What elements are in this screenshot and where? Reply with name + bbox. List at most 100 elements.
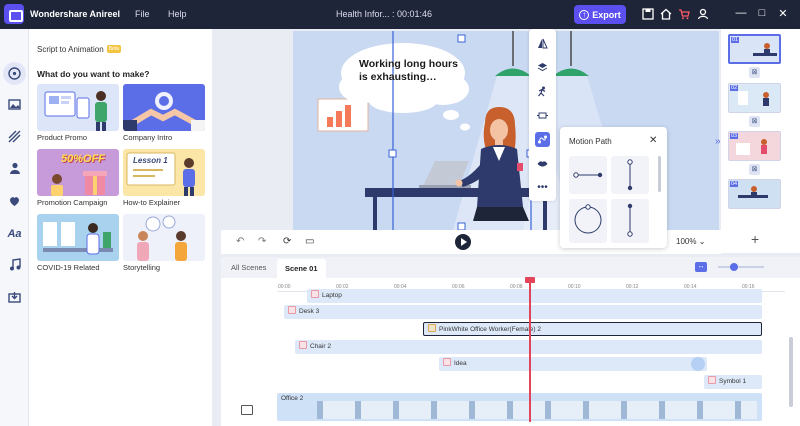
template-art-text: Lesson 1 [133, 156, 168, 165]
music-icon[interactable] [6, 256, 23, 273]
replay-icon[interactable]: ⟳ [283, 236, 291, 247]
track-label: Symbol 1 [719, 378, 747, 385]
templates-icon[interactable] [3, 62, 26, 85]
template-covid-19-related[interactable]: COVID-19 Related [37, 214, 119, 272]
document-title: Health Infor... : 00:01:46 [336, 9, 433, 19]
template-how-to-explainer[interactable]: Lesson 1 How-to Explainer [123, 149, 205, 207]
motion-option-vertical-up[interactable] [611, 199, 649, 243]
motion-option-vertical-down[interactable] [611, 156, 649, 194]
beta-badge: Beta [106, 45, 121, 53]
timeline-scrollbar[interactable] [789, 337, 793, 407]
fit-timeline-icon[interactable]: ↔ [695, 262, 707, 272]
timeline-zoom-slider[interactable] [718, 266, 764, 268]
maximize-icon[interactable]: □ [756, 7, 768, 21]
home-icon[interactable] [660, 8, 672, 20]
scene-thumbnail[interactable]: 03 [728, 131, 781, 161]
template-storytelling[interactable]: Storytelling [123, 214, 205, 272]
layers-icon[interactable] [535, 60, 550, 75]
template-thumbnail [37, 214, 119, 261]
speech-bubble-text[interactable]: Working long hours is exhausting… [359, 58, 469, 84]
template-thumbnail [123, 84, 205, 131]
template-label: Promotion Campaign [37, 198, 108, 207]
template-label: Product Promo [37, 133, 88, 142]
export-button[interactable]: ↑ Export [574, 5, 626, 24]
scene-list: 01 ⊠ 02 ⊠ 03 ⊠ 04 + » [715, 29, 800, 253]
track-label: Laptop [322, 292, 342, 299]
motion-path-title: Motion Path [569, 137, 612, 146]
transition-icon[interactable] [535, 108, 550, 123]
timeline-zoom-handle[interactable] [730, 263, 738, 271]
record-icon[interactable]: ▭ [305, 236, 314, 247]
template-panel: Script to Animation Beta What do you want… [29, 29, 212, 426]
tab-all-scenes[interactable]: All Scenes [223, 257, 274, 278]
scene-transition-icon[interactable]: ⊠ [749, 116, 760, 127]
character-icon[interactable] [6, 159, 23, 176]
scene-thumbnail[interactable]: 04 [728, 179, 781, 209]
template-label: How-to Explainer [123, 198, 181, 207]
object-icon [311, 290, 319, 298]
film-icon[interactable] [241, 405, 253, 415]
track-symbol-1[interactable]: Symbol 1 [704, 375, 762, 389]
menu-help[interactable]: Help [168, 9, 187, 19]
text-icon[interactable]: Aa [6, 225, 23, 242]
motion-option-circle[interactable] [569, 199, 607, 243]
close-window-icon[interactable]: ✕ [777, 7, 789, 21]
track-laptop[interactable]: Laptop [307, 289, 762, 303]
save-icon[interactable] [642, 8, 654, 20]
zoom-level[interactable]: 100% ⌄ [676, 237, 705, 246]
zoom-value: 100% [676, 237, 697, 246]
script-to-animation-link[interactable]: Script to Animation Beta [37, 45, 121, 54]
track-label: Chair 2 [310, 343, 331, 350]
lips-icon[interactable] [535, 156, 550, 171]
script-to-animation-label: Script to Animation [37, 45, 104, 54]
action-icon[interactable] [535, 84, 550, 99]
track-label: Idea [454, 360, 467, 367]
template-thumbnail: 50%OFF [37, 149, 119, 196]
close-icon[interactable]: ✕ [649, 135, 657, 146]
track-desk-3[interactable]: Desk 3 [284, 305, 762, 319]
template-product-promo[interactable]: Product Promo [37, 84, 119, 142]
object-icon [443, 358, 451, 366]
background-icon[interactable] [6, 96, 23, 113]
tool-rail: Aa [0, 29, 29, 426]
menu-file[interactable]: File [135, 9, 150, 19]
scene-thumbnail[interactable]: 01 [728, 34, 781, 64]
object-icon [708, 376, 716, 384]
playhead[interactable] [529, 277, 531, 422]
scene-thumbnail[interactable]: 02 [728, 83, 781, 113]
app-logo-icon [4, 4, 24, 24]
template-thumbnail: Lesson 1 [123, 149, 205, 196]
redo-icon[interactable]: ↷ [258, 236, 266, 247]
tab-scene-01[interactable]: Scene 01 [277, 259, 326, 278]
effects-icon[interactable] [6, 128, 23, 145]
export-icon: ↑ [579, 9, 590, 20]
undo-icon[interactable]: ↶ [236, 236, 244, 247]
track-label: Office 2 [281, 395, 304, 402]
motion-scrollbar[interactable] [658, 156, 661, 192]
scene-transition-icon[interactable]: ⊠ [749, 164, 760, 175]
track-end-handle[interactable] [691, 357, 705, 371]
template-art-text: 50%OFF [61, 153, 106, 165]
import-icon[interactable] [6, 288, 23, 305]
collapse-panel-icon[interactable]: » [715, 136, 721, 147]
template-label: COVID-19 Related [37, 263, 100, 272]
track-label: Desk 3 [299, 308, 320, 315]
cart-icon[interactable] [678, 8, 690, 20]
track-idea[interactable]: Idea [439, 357, 707, 371]
tick-label: 00:00 [278, 284, 291, 290]
scene-transition-icon[interactable]: ⊠ [749, 67, 760, 78]
flip-icon[interactable] [535, 36, 550, 51]
minimize-icon[interactable]: — [735, 7, 747, 21]
template-promotion-campaign[interactable]: 50%OFF Promotion Campaign [37, 149, 119, 207]
track-office-2-frames [317, 401, 757, 419]
motion-option-horizontal[interactable] [569, 156, 607, 194]
account-icon[interactable] [697, 8, 709, 20]
template-label: Storytelling [123, 263, 161, 272]
track-office-worker[interactable]: PinkWhite Office Worker(Female) 2 [423, 322, 762, 336]
play-button[interactable] [455, 234, 471, 250]
motion-path-icon[interactable] [535, 132, 550, 147]
more-icon[interactable]: ••• [535, 180, 550, 195]
add-scene-button[interactable]: + [751, 231, 759, 247]
template-company-intro[interactable]: Company Intro [123, 84, 205, 142]
props-icon[interactable] [6, 192, 23, 209]
